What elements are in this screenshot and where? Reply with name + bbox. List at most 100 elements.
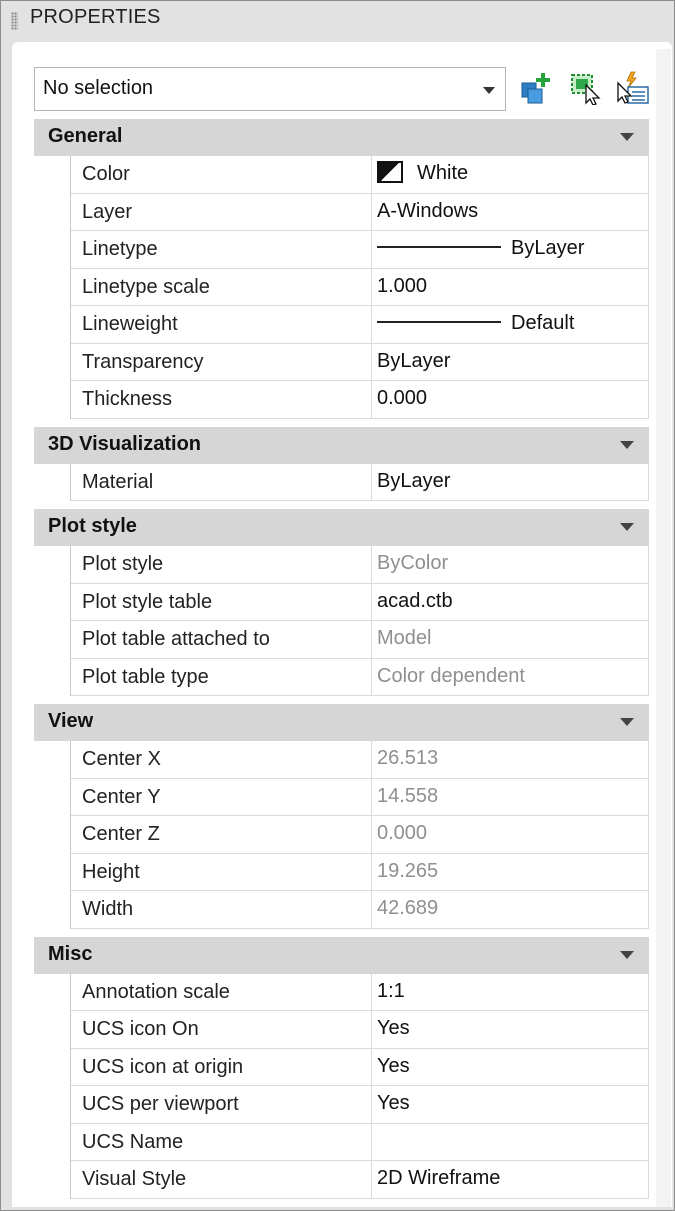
property-label: UCS per viewport [71, 1086, 372, 1123]
select-objects-button[interactable] [568, 71, 602, 106]
property-value[interactable]: 0.000 [372, 381, 649, 418]
property-row-transparency[interactable]: Transparency ByLayer [71, 343, 649, 381]
property-label: Plot style table [71, 583, 372, 620]
property-label: UCS icon at origin [71, 1048, 372, 1085]
property-value: 19.265 [372, 853, 649, 890]
property-row-visual-style[interactable]: Visual Style 2D Wireframe [71, 1161, 649, 1199]
property-value[interactable]: ByLayer [372, 343, 649, 380]
category-misc[interactable]: Misc [34, 936, 649, 974]
property-value[interactable]: Yes [372, 1048, 649, 1085]
category-plot-style[interactable]: Plot style [34, 509, 649, 546]
property-row-center-z[interactable]: Center Z 0.000 [71, 816, 649, 854]
property-label: Linetype [71, 231, 372, 268]
lineweight-preview-icon [377, 321, 501, 324]
property-row-color[interactable]: Color White [71, 156, 649, 194]
property-value[interactable]: acad.ctb [372, 583, 649, 620]
property-row-height[interactable]: Height 19.265 [71, 853, 649, 891]
property-row-ucs-name[interactable]: UCS Name [71, 1123, 649, 1161]
property-label: UCS Name [71, 1123, 372, 1160]
property-label: Material [71, 463, 372, 500]
property-row-plot-style-table[interactable]: Plot style table acad.ctb [71, 583, 649, 621]
linetype-value: ByLayer [511, 237, 585, 259]
property-row-plot-table-attached[interactable]: Plot table attached to Model [71, 621, 649, 659]
property-value: Model [372, 621, 649, 658]
property-value: 26.513 [372, 741, 649, 778]
property-row-thickness[interactable]: Thickness 0.000 [71, 381, 649, 419]
property-value[interactable]: Default [372, 306, 649, 343]
property-label: Visual Style [71, 1161, 372, 1198]
select-objects-icon [571, 74, 601, 106]
category-title: 3D Visualization [48, 432, 202, 455]
property-label: Lineweight [71, 306, 372, 343]
scrollbar-track[interactable] [656, 49, 671, 1207]
property-row-annotation-scale[interactable]: Annotation scale 1:1 [71, 973, 649, 1011]
category-view[interactable]: View [34, 704, 649, 741]
property-label: Height [71, 853, 372, 890]
property-row-layer[interactable]: Layer A-Windows [71, 193, 649, 231]
property-label: Layer [71, 193, 372, 230]
property-row-ucs-per-viewport[interactable]: UCS per viewport Yes [71, 1086, 649, 1124]
property-row-plot-table-type[interactable]: Plot table type Color dependent [71, 658, 649, 696]
property-value[interactable]: Yes [372, 1011, 649, 1048]
property-value[interactable]: 1:1 [372, 973, 649, 1010]
collapse-arrow-icon[interactable] [620, 950, 634, 959]
collapse-arrow-icon[interactable] [620, 718, 634, 726]
property-row-center-y[interactable]: Center Y 14.558 [71, 778, 649, 816]
collapse-arrow-icon[interactable] [620, 523, 634, 531]
property-value: Color dependent [372, 658, 649, 695]
property-row-linetype-scale[interactable]: Linetype scale 1.000 [71, 268, 649, 306]
selection-dropdown[interactable]: No selection [34, 67, 506, 111]
property-value[interactable]: ByLayer [372, 231, 649, 268]
property-label: Plot table type [71, 658, 372, 695]
property-row-plot-style[interactable]: Plot style ByColor [71, 546, 649, 584]
palette-title: PROPERTIES [30, 6, 161, 28]
toggle-pickadd-button[interactable] [518, 71, 552, 105]
category-title: Plot style [48, 515, 137, 537]
property-value[interactable]: A-Windows [372, 193, 649, 230]
property-label: Color [71, 156, 372, 193]
property-value[interactable]: 1.000 [372, 268, 649, 305]
property-value[interactable]: 2D Wireframe [372, 1161, 649, 1198]
property-value[interactable] [372, 1123, 649, 1160]
color-swatch-icon [377, 160, 403, 183]
quick-select-icon [617, 71, 649, 104]
collapse-arrow-icon[interactable] [620, 133, 634, 141]
property-row-ucs-icon-on[interactable]: UCS icon On Yes [71, 1011, 649, 1049]
property-row-ucs-icon-at-origin[interactable]: UCS icon at origin Yes [71, 1048, 649, 1086]
toggle-pickadd-icon [521, 73, 550, 104]
property-value[interactable]: White [372, 156, 649, 193]
grip-handle-icon[interactable] [11, 12, 18, 30]
property-label: Linetype scale [71, 268, 372, 305]
collapse-arrow-icon[interactable] [620, 440, 634, 449]
property-value[interactable]: Yes [372, 1086, 649, 1123]
property-row-width[interactable]: Width 42.689 [71, 891, 649, 929]
property-row-material[interactable]: Material ByLayer [71, 463, 649, 501]
property-row-lineweight[interactable]: Lineweight Default [71, 306, 649, 344]
property-row-linetype[interactable]: Linetype ByLayer [71, 231, 649, 269]
property-value: 0.000 [372, 816, 649, 853]
category-title: General [48, 125, 123, 147]
color-value: White [417, 162, 469, 184]
view-rows: Center X 26.513 Center Y 14.558 Center Z… [70, 741, 649, 929]
property-label: Thickness [71, 381, 372, 418]
category-3d-visualization[interactable]: 3D Visualization [34, 426, 649, 464]
property-label: Annotation scale [71, 973, 372, 1010]
property-value[interactable]: ByLayer [372, 463, 649, 500]
property-label: UCS icon On [71, 1011, 372, 1048]
property-label: Width [71, 891, 372, 928]
property-label: Center Y [71, 778, 372, 815]
property-value: 14.558 [372, 778, 649, 815]
property-label: Plot style [71, 546, 372, 583]
quick-select-button[interactable] [615, 71, 649, 105]
properties-palette: PROPERTIES No selection General Color Wh… [0, 0, 675, 1211]
property-label: Plot table attached to [71, 621, 372, 658]
selection-dropdown-value: No selection [43, 77, 154, 99]
category-spacer [34, 501, 649, 509]
category-general[interactable]: General [34, 119, 649, 156]
property-label: Center Z [71, 816, 372, 853]
visualization-rows: Material ByLayer [70, 463, 649, 501]
property-row-center-x[interactable]: Center X 26.513 [71, 741, 649, 779]
lineweight-value: Default [511, 312, 575, 334]
property-value: ByColor [372, 546, 649, 583]
palette-title-bar[interactable]: PROPERTIES [1, 1, 674, 39]
